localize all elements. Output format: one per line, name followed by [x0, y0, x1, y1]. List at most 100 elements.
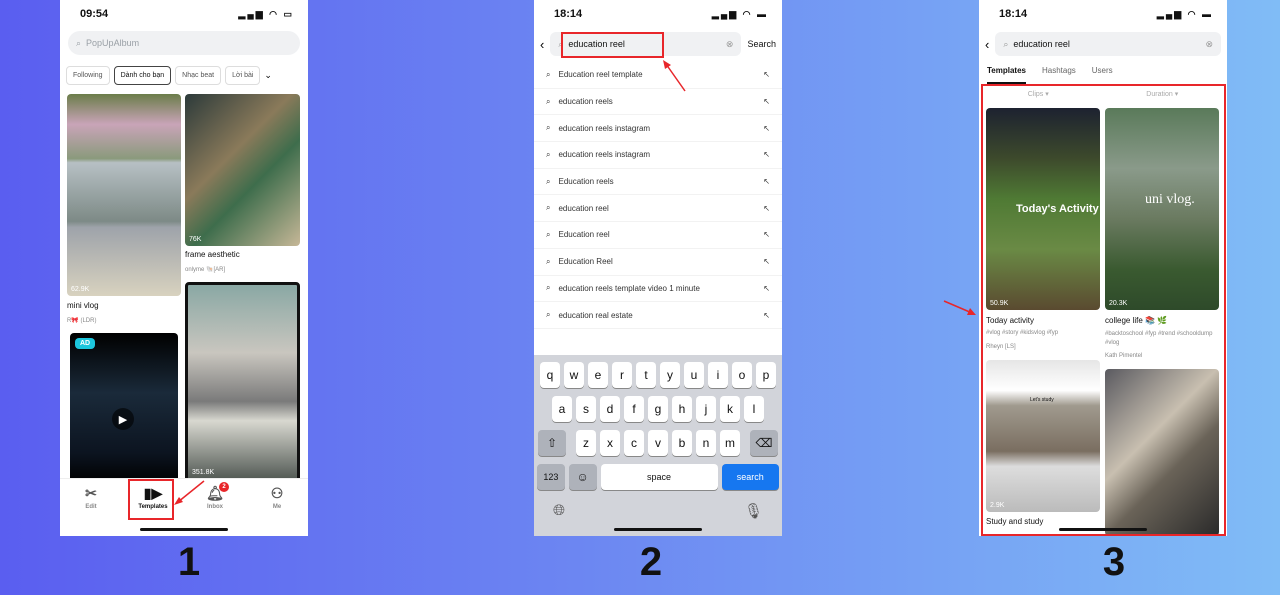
key-t[interactable]: t [636, 362, 656, 388]
suggestion-item[interactable]: ⌕ education reels instagram ↖ [534, 142, 782, 169]
step-label-2: 2 [639, 540, 663, 584]
key-o[interactable]: o [732, 362, 752, 388]
key-c[interactable]: c [624, 430, 644, 456]
search-icon: ⌕ [1003, 38, 1009, 49]
suggestion-item[interactable]: ⌕ Education reel template ↖ [534, 62, 782, 89]
suggestion-item[interactable]: ⌕ Education reel ↖ [534, 222, 782, 249]
globe-icon[interactable]: 🌐︎ [553, 502, 565, 520]
search-icon: ⌕ [546, 256, 551, 266]
nav-label: Me [272, 504, 282, 510]
search-input[interactable]: ⌕ PopUpAlbum [68, 31, 300, 55]
key-space[interactable]: space [600, 464, 718, 490]
arrow-up-left-icon[interactable]: ↖ [763, 97, 770, 106]
ad-card[interactable]: AD ▶ [70, 333, 178, 483]
highlight-box [561, 32, 664, 58]
key-r[interactable]: r [612, 362, 632, 388]
arrow-up-left-icon[interactable]: ↖ [763, 124, 770, 133]
suggestion-item[interactable]: ⌕ education reels instagram ↖ [534, 115, 782, 143]
tab-hashtags[interactable]: Hashtags [1042, 66, 1076, 84]
step-label-1: 1 [177, 540, 201, 584]
chip-for-you[interactable]: Dành cho bạn [113, 66, 172, 85]
suggestion-item[interactable]: ⌕ Education reels ↖ [534, 169, 782, 196]
nav-label: Edit [85, 504, 97, 510]
suggestion-item[interactable]: ⌕ education reel ↖ [534, 195, 782, 223]
nav-me[interactable]: ⚇ Me [252, 485, 302, 536]
template-card[interactable]: 351.8K [185, 282, 300, 482]
key-g[interactable]: g [648, 396, 668, 422]
arrow-up-left-icon[interactable]: ↖ [763, 257, 770, 266]
key-m[interactable]: m [720, 430, 740, 456]
key-j[interactable]: j [696, 396, 716, 422]
arrow-up-left-icon[interactable]: ↖ [763, 230, 770, 239]
suggestion-text: education reels instagram [558, 150, 651, 160]
key-i[interactable]: i [708, 362, 728, 388]
arrow-annotation [663, 60, 686, 92]
suggestion-text: Education reel [558, 230, 610, 240]
status-time: 18:14 [999, 8, 1028, 20]
key-numbers[interactable]: 123 [537, 464, 565, 490]
nav-edit[interactable]: ✂ Edit [66, 485, 116, 536]
shift-icon[interactable]: ⇧ [538, 430, 566, 456]
microphone-icon[interactable]: 🎙︎ [744, 502, 763, 520]
template-card-frame-aesthetic[interactable]: 76K [185, 94, 300, 246]
chevron-down-icon[interactable]: ⌄ [264, 70, 272, 81]
key-n[interactable]: n [696, 430, 716, 456]
arrow-up-left-icon[interactable]: ↖ [763, 284, 770, 293]
use-count: 62.9K [71, 286, 90, 293]
status-icons: ▂▄▆ ◠ ▭ [238, 8, 294, 19]
backspace-icon[interactable]: ⌫ [750, 430, 778, 456]
chip-following[interactable]: Following [66, 66, 110, 85]
suggestion-text: Education reels [558, 177, 614, 187]
arrow-annotation [174, 480, 205, 505]
back-icon[interactable]: ‹ [540, 37, 544, 52]
arrow-up-left-icon[interactable]: ↖ [763, 150, 770, 159]
key-q[interactable]: q [540, 362, 560, 388]
template-card-mini-vlog[interactable]: 62.9K [67, 94, 181, 296]
search-value: education reel [1013, 39, 1070, 49]
key-x[interactable]: x [600, 430, 620, 456]
tab-templates[interactable]: Templates [987, 66, 1026, 84]
key-v[interactable]: v [648, 430, 668, 456]
status-icons: ▂▄▆ ◠ ▬ [1156, 8, 1213, 19]
suggestion-text: education reels [558, 97, 613, 107]
key-search[interactable]: search [721, 464, 780, 490]
key-h[interactable]: h [672, 396, 692, 422]
suggestion-item[interactable]: ⌕ education reels ↖ [534, 89, 782, 116]
arrow-up-left-icon[interactable]: ↖ [763, 70, 770, 79]
key-y[interactable]: y [660, 362, 680, 388]
key-f[interactable]: f [624, 396, 644, 422]
arrow-up-left-icon[interactable]: ↖ [763, 311, 770, 320]
search-icon: ⌕ [546, 69, 551, 79]
clear-icon[interactable]: ⊗ [726, 39, 734, 50]
key-u[interactable]: u [684, 362, 704, 388]
search-icon: ⌕ [546, 203, 551, 213]
emoji-icon[interactable]: ☺ [568, 464, 597, 490]
key-s[interactable]: s [576, 396, 596, 422]
key-e[interactable]: e [588, 362, 608, 388]
search-input[interactable]: ⌕ education reel ⊗ [995, 32, 1221, 56]
chip-music-beat[interactable]: Nhạc beat [175, 66, 222, 85]
suggestion-item[interactable]: ⌕ education reels template video 1 minute… [534, 276, 782, 303]
play-icon[interactable]: ▶ [112, 408, 134, 430]
arrow-up-left-icon[interactable]: ↖ [763, 204, 770, 213]
suggestion-item[interactable]: ⌕ education real estate ↖ [534, 302, 782, 329]
key-z[interactable]: z [576, 430, 596, 456]
key-w[interactable]: w [564, 362, 584, 388]
key-k[interactable]: k [720, 396, 740, 422]
key-a[interactable]: a [552, 396, 572, 422]
search-button[interactable]: Search [747, 39, 776, 49]
key-p[interactable]: p [756, 362, 776, 388]
ad-badge: AD [75, 338, 96, 349]
chip-lyrics[interactable]: Lời bài [225, 66, 261, 85]
key-d[interactable]: d [600, 396, 620, 422]
suggestion-item[interactable]: ⌕ Education Reel ↖ [534, 249, 782, 276]
back-icon[interactable]: ‹ [985, 37, 989, 52]
keyboard: qwertyuiop asdfghjkl ⇧ z x c v b n m ⌫ 123 ☺ spa… [534, 355, 782, 536]
suggestion-list: ⌕ Education reel template ↖ ⌕ education ree… [534, 62, 782, 329]
key-l[interactable]: l [744, 396, 764, 422]
phone-screen-2: 18:14 ▂▄▆ ◠ ▬ ‹ ⌕ education reel ⊗ Search ⌕… [534, 0, 782, 536]
key-b[interactable]: b [672, 430, 692, 456]
tab-users[interactable]: Users [1092, 66, 1113, 84]
clear-icon[interactable]: ⊗ [1205, 39, 1213, 50]
arrow-up-left-icon[interactable]: ↖ [763, 177, 770, 186]
